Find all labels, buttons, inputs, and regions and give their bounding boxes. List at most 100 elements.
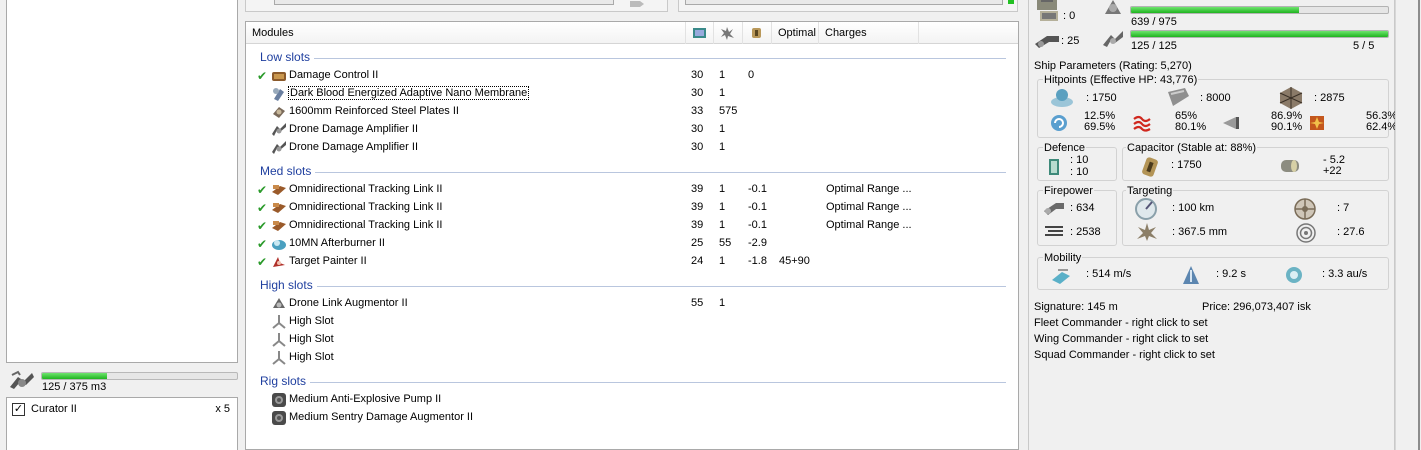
module-online-check-icon[interactable]: ✔ bbox=[257, 238, 267, 250]
tracking-link-icon bbox=[271, 182, 287, 198]
capacitor-capacity: : 1750 bbox=[1171, 159, 1202, 171]
fit-browser-pane[interactable] bbox=[6, 0, 238, 363]
module-powergrid: 1 bbox=[719, 297, 726, 309]
squad-commander-slot[interactable]: Squad Commander - right click to set bbox=[1034, 349, 1215, 361]
module-charges: Optimal Range ... bbox=[826, 201, 912, 213]
table-row[interactable]: Medium Anti-Explosive Pump II bbox=[254, 392, 1010, 410]
table-row[interactable]: Drone Damage Amplifier II 30 1 bbox=[254, 140, 1010, 158]
module-cpu: 25 bbox=[691, 237, 704, 249]
drone-damage-amplifier-icon bbox=[271, 140, 287, 156]
damage-control-icon bbox=[271, 68, 287, 84]
module-cpu: 30 bbox=[691, 69, 704, 81]
status-led bbox=[1008, 0, 1014, 4]
drone-list: ✓ Curator II x 5 bbox=[6, 397, 238, 450]
column-capacitor[interactable] bbox=[743, 22, 772, 44]
module-online-check-icon[interactable]: ✔ bbox=[257, 184, 267, 196]
thermal-resist-icon bbox=[1133, 114, 1151, 132]
volley-icon bbox=[1042, 199, 1066, 217]
fit-name-combo[interactable] bbox=[245, 0, 668, 12]
table-row[interactable]: High Slot bbox=[254, 350, 1010, 368]
column-charges[interactable]: Charges bbox=[819, 22, 919, 44]
wing-commander-slot[interactable]: Wing Commander - right click to set bbox=[1034, 333, 1208, 345]
module-powergrid: 1 bbox=[719, 219, 726, 231]
drone-active-checkbox[interactable]: ✓ bbox=[12, 403, 25, 416]
module-online-check-icon[interactable]: ✔ bbox=[257, 202, 267, 214]
table-row[interactable]: Drone Link Augmentor II 55 1 bbox=[254, 296, 1010, 314]
hitpoints-group: Hitpoints (Effective HP: 43,776) : 1750 … bbox=[1037, 74, 1397, 138]
module-capacitor: -0.1 bbox=[748, 219, 767, 231]
table-row[interactable]: Dark Blood Energized Adaptive Nano Membr… bbox=[254, 86, 1010, 104]
ship-stats-panel: : 0 : 25 639 / 975 125 / 125 5 / 5 Ship … bbox=[1028, 0, 1397, 450]
fleet-commander-slot[interactable]: Fleet Commander - right click to set bbox=[1034, 317, 1208, 329]
module-online-check-icon[interactable]: ✔ bbox=[257, 70, 267, 82]
module-online-check-icon[interactable]: ✔ bbox=[257, 256, 267, 268]
module-cpu: 33 bbox=[691, 105, 704, 117]
empty-high-slot-icon bbox=[271, 350, 287, 366]
align-time: : 9.2 s bbox=[1216, 268, 1246, 280]
module-powergrid: 575 bbox=[719, 105, 738, 117]
table-row[interactable]: Drone Damage Amplifier II 30 1 bbox=[254, 122, 1010, 140]
table-row[interactable]: High Slot bbox=[254, 314, 1010, 332]
module-name: Drone Damage Amplifier II bbox=[289, 123, 418, 135]
hitpoints-label: Hitpoints (Effective HP: 43,776) bbox=[1043, 74, 1199, 86]
module-powergrid: 55 bbox=[719, 237, 732, 249]
afterburner-icon bbox=[271, 236, 287, 252]
module-name: Medium Sentry Damage Augmentor II bbox=[289, 411, 474, 423]
ship-price: Price: 296,073,407 isk bbox=[1202, 301, 1311, 313]
firepower-group: Firepower : 634 : 2538 bbox=[1037, 185, 1117, 246]
firepower-label: Firepower bbox=[1043, 185, 1094, 197]
module-capacitor: -0.1 bbox=[748, 183, 767, 195]
table-row[interactable]: 1600mm Reinforced Steel Plates II 33 575 bbox=[254, 104, 1010, 122]
module-powergrid: 1 bbox=[719, 201, 726, 213]
module-capacitor: -0.1 bbox=[748, 201, 767, 213]
powergrid-icon bbox=[720, 26, 735, 40]
column-optimal[interactable]: Optimal bbox=[772, 22, 819, 44]
launcher-hardpoints: : 25 bbox=[1061, 35, 1080, 47]
table-row[interactable]: Medium Sentry Damage Augmentor II bbox=[254, 410, 1010, 428]
table-row[interactable]: ✔ Damage Control II 30 1 0 bbox=[254, 68, 1010, 86]
module-powergrid: 1 bbox=[719, 255, 726, 267]
table-row[interactable]: High Slot bbox=[254, 332, 1010, 350]
module-name: High Slot bbox=[289, 315, 334, 327]
table-row[interactable]: ✔ Target Painter II 24 1 -1.8 45+90 bbox=[254, 254, 1010, 272]
thermal-resist-armor: 80.1% bbox=[1175, 121, 1207, 133]
module-name: Dark Blood Energized Adaptive Nano Membr… bbox=[287, 86, 530, 100]
module-powergrid: 1 bbox=[719, 141, 726, 153]
slot-group-divider bbox=[317, 286, 1006, 287]
module-powergrid: 1 bbox=[719, 69, 726, 81]
dps-damage: : 2538 bbox=[1070, 226, 1101, 238]
column-modules[interactable]: Modules bbox=[246, 22, 686, 44]
turret-hardpoints: : 0 bbox=[1063, 10, 1076, 22]
structure-hp-icon bbox=[1278, 86, 1304, 110]
character-combo[interactable] bbox=[678, 0, 1018, 12]
table-row[interactable]: ✔ Omnidirectional Tracking Link II 39 1 -0.1… bbox=[254, 200, 1010, 218]
slot-group-divider bbox=[315, 172, 1006, 173]
capacitor-recharge-icon bbox=[1279, 156, 1301, 176]
table-row[interactable]: ✔ Omnidirectional Tracking Link II 39 1 -0.1… bbox=[254, 182, 1010, 200]
module-name: 10MN Afterburner II bbox=[289, 237, 385, 249]
drone-name: Curator II bbox=[31, 403, 77, 415]
module-name: High Slot bbox=[289, 351, 334, 363]
targeting-label: Targeting bbox=[1126, 185, 1174, 197]
cpu-resource-icon bbox=[1101, 0, 1125, 18]
table-row[interactable]: ✔ 10MN Afterburner II 25 55 -2.9 bbox=[254, 236, 1010, 254]
apply-arrow-icon[interactable] bbox=[628, 0, 646, 7]
module-powergrid: 1 bbox=[719, 183, 726, 195]
column-cpu[interactable] bbox=[686, 22, 714, 44]
module-cpu: 39 bbox=[691, 183, 704, 195]
column-powergrid[interactable] bbox=[714, 22, 743, 44]
kinetic-resist-icon bbox=[1222, 114, 1240, 132]
drone-bay-usage-bar bbox=[41, 372, 238, 380]
defence-value-1: : 10 bbox=[1070, 154, 1089, 166]
module-capacitor: -2.9 bbox=[748, 237, 767, 249]
module-cpu: 24 bbox=[691, 255, 704, 267]
module-name: Damage Control II bbox=[289, 69, 379, 81]
module-online-check-icon[interactable]: ✔ bbox=[257, 220, 267, 232]
table-row[interactable]: ✔ Omnidirectional Tracking Link II 39 1 -0.1… bbox=[254, 218, 1010, 236]
list-item[interactable]: ✓ Curator II x 5 bbox=[12, 401, 234, 417]
cpu-usage-text: 639 / 975 bbox=[1131, 16, 1177, 28]
mobility-label: Mobility bbox=[1043, 252, 1083, 264]
sensor-strength: : 27.6 bbox=[1337, 226, 1365, 238]
module-name: High Slot bbox=[289, 333, 334, 345]
window-border bbox=[1418, 0, 1420, 450]
